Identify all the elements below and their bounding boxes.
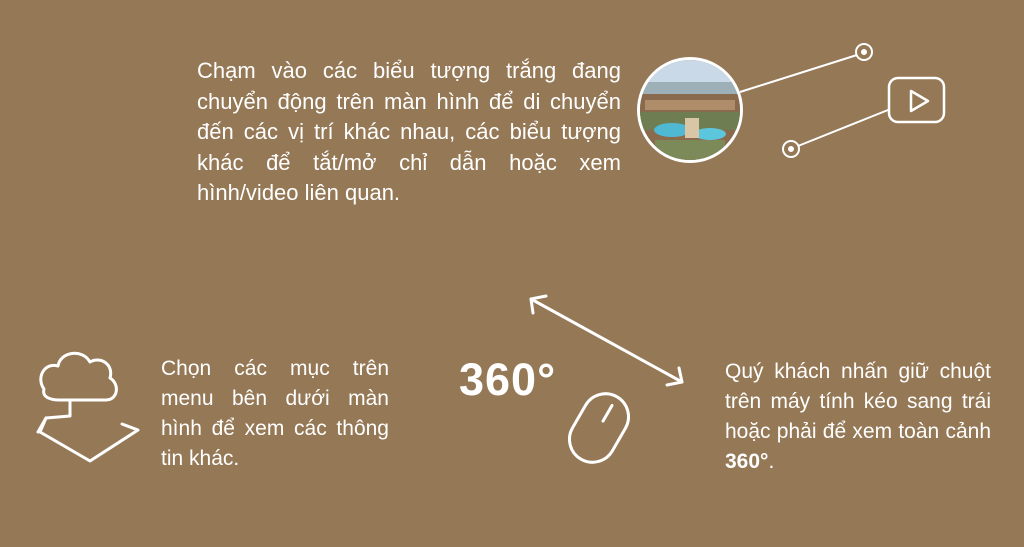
connector-line	[739, 54, 858, 93]
video-play-icon[interactable]	[887, 76, 946, 124]
hotspot-circle-icon[interactable]	[855, 43, 873, 61]
connector-line	[797, 109, 889, 147]
drag-instruction-end: .	[768, 450, 775, 473]
cloud-map-icon	[36, 351, 140, 463]
drag-instruction-emphasis: 360°	[725, 450, 769, 473]
hotspot-circle-icon[interactable]	[782, 140, 800, 158]
menu-instruction-text: Chọn các mục trên menu bên dưới màn hình…	[161, 357, 389, 470]
mouse-icon	[568, 392, 630, 464]
drag-instruction-text: Quý khách nhấn giữ chuột trên máy tính k…	[725, 357, 991, 477]
drag-instruction-main: Quý khách nhấn giữ chuột trên máy tính k…	[725, 360, 991, 443]
degrees-label: 360°	[459, 354, 557, 405]
tap-instruction-text: Chạm vào các biểu tượng trắng đang chuyể…	[197, 58, 621, 205]
